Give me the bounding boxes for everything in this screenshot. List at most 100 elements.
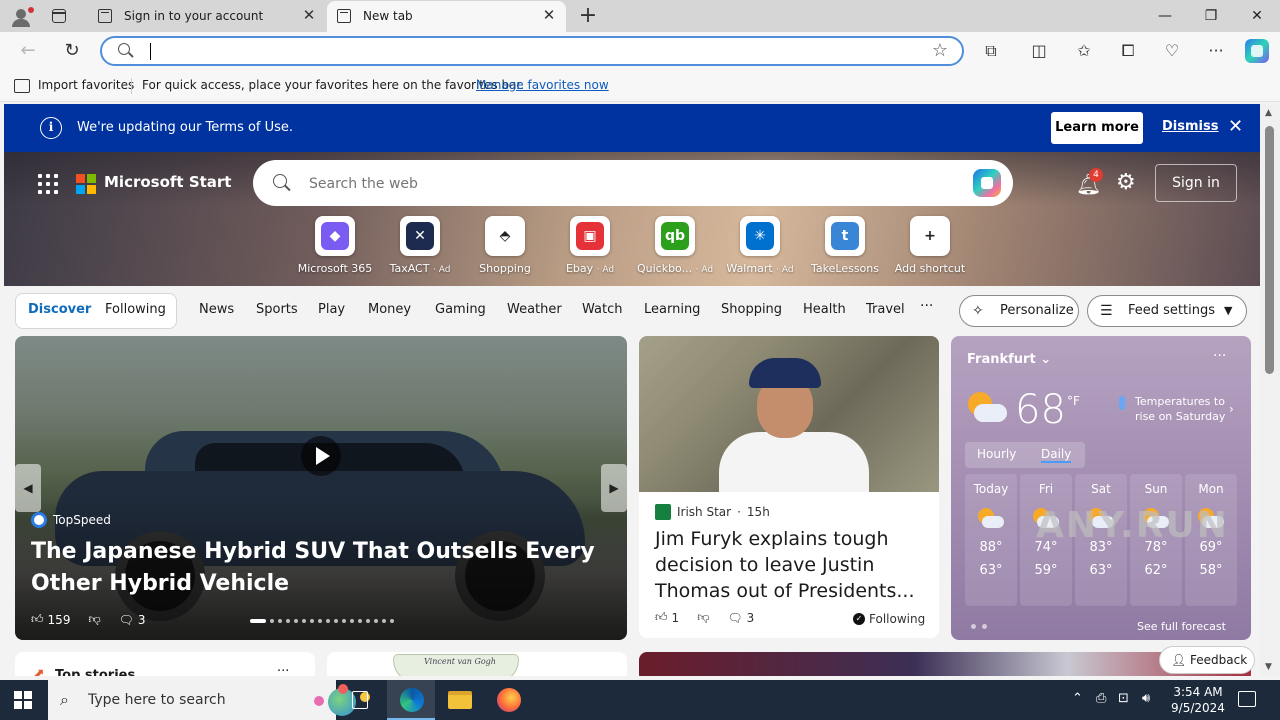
chevron-right-icon[interactable]: ›: [1229, 402, 1234, 416]
shortcut-plus[interactable]: + Add shortcut: [888, 216, 972, 275]
window-close-icon[interactable]: ✕: [1234, 0, 1280, 32]
windows-start-icon[interactable]: [14, 691, 32, 709]
favorite-star-icon[interactable]: ☆: [932, 40, 948, 62]
forecast-day[interactable]: Today 88° 63°: [965, 474, 1017, 606]
story-headline[interactable]: The Japanese Hybrid SUV That Outsells Ev…: [31, 536, 611, 600]
more-options-icon[interactable]: ···: [277, 664, 289, 676]
learn-more-button[interactable]: Learn more: [1051, 112, 1143, 144]
taskbar-file-explorer[interactable]: [435, 680, 483, 720]
play-video-icon[interactable]: [301, 436, 341, 476]
collections-icon[interactable]: ⧠: [1114, 39, 1142, 63]
manage-favorites-link[interactable]: Manage favorites now: [476, 78, 609, 92]
favorites-icon[interactable]: ✩: [1070, 39, 1098, 63]
nav-shopping[interactable]: Shopping: [721, 302, 782, 317]
import-favorites-button[interactable]: Import favorites: [38, 78, 134, 92]
discover-tab[interactable]: Discover: [28, 302, 91, 317]
like-icon[interactable]: 👍︎: [31, 612, 44, 627]
app-launcher-icon[interactable]: [38, 174, 58, 194]
web-search-box[interactable]: [253, 160, 1013, 206]
personalize-button[interactable]: ✧ Personalize: [959, 295, 1079, 327]
extensions-icon[interactable]: ⧉: [977, 39, 1005, 63]
copilot-icon[interactable]: [1245, 39, 1269, 63]
tab-sign-in[interactable]: Sign in to your account ✕: [88, 1, 326, 32]
taskbar-firefox[interactable]: [484, 680, 532, 720]
tab-actions-icon[interactable]: [48, 7, 70, 25]
shortcut-takelessons[interactable]: t TakeLessons: [803, 216, 887, 275]
dislike-icon[interactable]: 👎︎: [88, 612, 100, 627]
import-icon[interactable]: [14, 79, 30, 93]
shortcut-microsoft-365[interactable]: ◆ Microsoft 365: [293, 216, 377, 275]
split-screen-icon[interactable]: ◫: [1025, 39, 1053, 63]
dismiss-link[interactable]: Dismiss: [1162, 119, 1218, 134]
featured-story-card[interactable]: ◀ ▶ TopSpeed The Japanese Hybrid SUV Tha…: [15, 336, 627, 640]
feed-settings-button[interactable]: ☰ Feed settings ▼: [1087, 295, 1247, 327]
weather-card[interactable]: Frankfurt ⌄ ··· 68 °F Temperatures to ri…: [951, 336, 1251, 640]
profile-icon[interactable]: [8, 4, 34, 28]
nav-weather[interactable]: Weather: [507, 302, 562, 317]
more-nav-icon[interactable]: ···: [920, 298, 933, 314]
dislike-icon[interactable]: 👎︎: [697, 610, 709, 625]
brand-title[interactable]: Microsoft Start: [104, 173, 231, 191]
clock[interactable]: 3:54 AM 9/5/2024: [1170, 684, 1226, 716]
task-view-icon[interactable]: [352, 691, 368, 709]
carousel-indicator[interactable]: [250, 619, 394, 623]
weather-city[interactable]: Frankfurt ⌄: [967, 352, 1051, 367]
shortcut-quickbooks[interactable]: qb Quickbo... · Ad: [633, 216, 717, 275]
scroll-up-icon[interactable]: ▲: [1265, 108, 1272, 118]
close-tab-icon[interactable]: ✕: [300, 6, 318, 24]
nav-health[interactable]: Health: [803, 302, 846, 317]
nav-watch[interactable]: Watch: [582, 302, 622, 317]
new-tab-button[interactable]: +: [576, 4, 600, 28]
web-search-input[interactable]: [309, 173, 949, 195]
following-status[interactable]: ✓ Following: [853, 612, 925, 626]
scroll-thumb[interactable]: [1265, 126, 1274, 374]
nav-gaming[interactable]: Gaming: [435, 302, 486, 317]
tab-new-tab[interactable]: New tab ✕: [327, 1, 566, 32]
page-indicator[interactable]: [971, 624, 987, 629]
taskbar-search-box[interactable]: ⌕ Type here to search: [48, 680, 370, 720]
sign-in-button[interactable]: Sign in: [1155, 164, 1237, 202]
news-story-card[interactable]: Irish Star · 15h Jim Furyk explains toug…: [639, 336, 939, 638]
shortcut-tag[interactable]: ⬘ Shopping: [463, 216, 547, 275]
refresh-button[interactable]: ↻: [58, 38, 86, 64]
top-stories-card[interactable]: ⬈ Top stories ···: [15, 652, 315, 676]
more-options-icon[interactable]: ···: [1213, 348, 1226, 364]
nav-news[interactable]: News: [199, 302, 234, 317]
feedback-button[interactable]: 👤︎ Feedback: [1159, 646, 1255, 674]
nav-sports[interactable]: Sports: [256, 302, 298, 317]
weather-note[interactable]: Temperatures to rise on Saturday: [1135, 394, 1227, 424]
following-tab[interactable]: Following: [105, 302, 166, 317]
temperature-unit[interactable]: °F: [1067, 394, 1080, 408]
show-hidden-icons-icon[interactable]: ⌃: [1072, 691, 1083, 706]
browser-essentials-icon[interactable]: ♡: [1158, 39, 1186, 63]
full-forecast-link[interactable]: See full forecast: [1137, 620, 1226, 633]
address-input[interactable]: [154, 41, 914, 61]
shortcut-taxact[interactable]: ✕ TaxACT · Ad: [378, 216, 462, 275]
nav-learning[interactable]: Learning: [644, 302, 700, 317]
back-button[interactable]: ←: [14, 38, 42, 64]
nav-money[interactable]: Money: [368, 302, 411, 317]
daily-tab[interactable]: Daily: [1041, 447, 1072, 463]
address-bar[interactable]: ☆: [100, 36, 964, 66]
notifications-icon[interactable]: [1238, 691, 1256, 707]
shortcut-walmart[interactable]: ✳ Walmart · Ad: [718, 216, 802, 275]
carousel-next-button[interactable]: ▶: [601, 464, 627, 512]
close-banner-icon[interactable]: ✕: [1228, 116, 1243, 137]
product-card[interactable]: Vincent van Gogh: [327, 652, 627, 676]
like-icon[interactable]: 👍︎: [655, 610, 668, 625]
more-options-icon[interactable]: ···: [1202, 39, 1230, 63]
scroll-down-icon[interactable]: ▼: [1265, 662, 1272, 672]
restore-icon[interactable]: ❐: [1188, 0, 1234, 32]
story-headline[interactable]: Jim Furyk explains tough decision to lea…: [655, 526, 925, 604]
copilot-icon[interactable]: [973, 169, 1001, 197]
volume-icon[interactable]: 🔊︎: [1142, 691, 1150, 706]
nav-travel[interactable]: Travel: [866, 302, 905, 317]
taskbar-edge[interactable]: [387, 680, 435, 720]
close-tab-icon[interactable]: ✕: [540, 6, 558, 24]
minimize-icon[interactable]: —: [1142, 0, 1188, 32]
comment-icon[interactable]: 🗨: [727, 611, 742, 625]
carousel-prev-button[interactable]: ◀: [15, 464, 41, 512]
page-scrollbar[interactable]: ▲ ▼: [1260, 104, 1280, 676]
settings-gear-icon[interactable]: ⚙: [1116, 170, 1136, 195]
network-icon[interactable]: ⊡: [1118, 691, 1129, 706]
